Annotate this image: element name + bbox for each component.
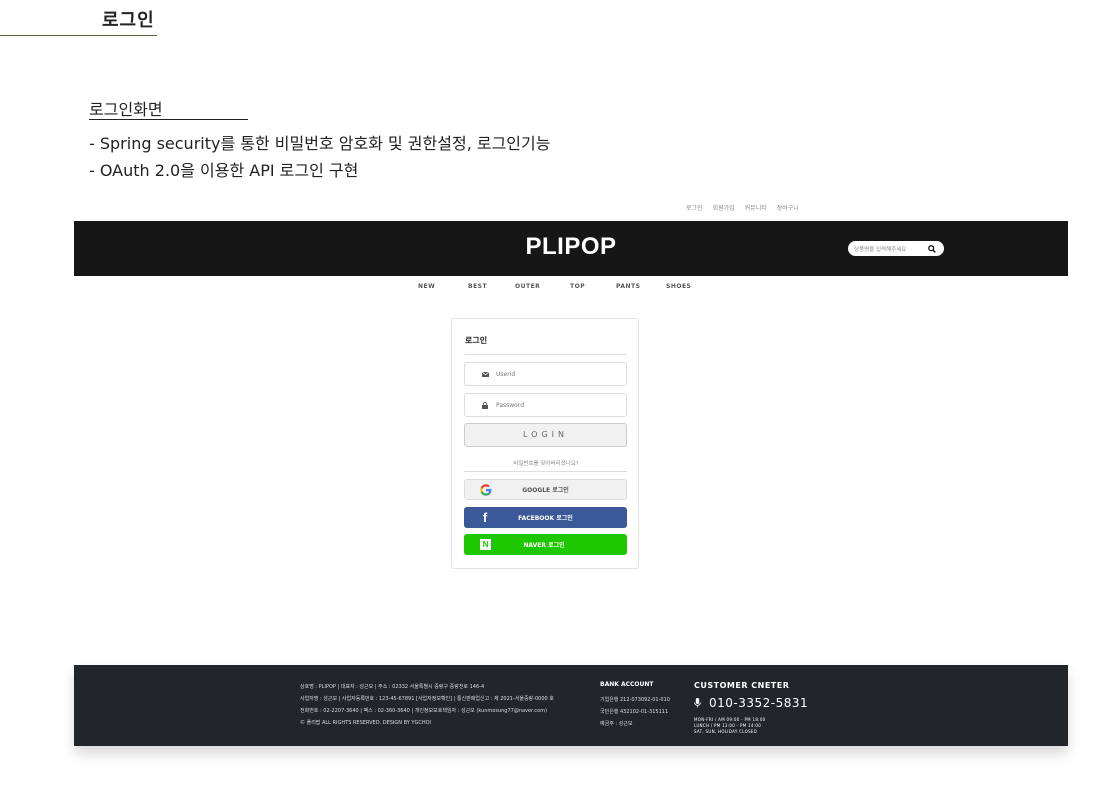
closed-days: SAT, SUN, HOLIDAY CLOSED [694,729,758,734]
divider [465,354,627,355]
description-line: - Spring security를 통한 비밀번호 암호화 및 권한설정, 로… [89,134,551,153]
lunch-hours: LUNCH / PM 13:00 - PM 14:00 [694,723,762,728]
util-link-signup[interactable]: 회원가입 [713,203,735,212]
password-input[interactable] [496,401,606,409]
section-underline [89,119,248,120]
util-link-community[interactable]: 커뮤니티 [745,203,767,212]
footer-contact-info: 전화번호 : 02-2207-3640 | 팩스 : 02-360-3640 |… [300,708,547,714]
footer-company-info: 상호명 : PLIPOP | 대표자 : 성근모 | 주소 : 02332 서울… [300,684,485,690]
divider [464,471,627,472]
customer-center-title: CUSTOMER CNETER [694,681,790,690]
util-link-cart[interactable]: 장바구니 [777,203,799,212]
utility-links: 로그인 회원가입 커뮤니티 장바구니 [686,203,799,212]
search-input[interactable]: 상품명을 입력해주세요 [848,241,944,256]
login-button[interactable]: LOGIN [464,423,627,447]
naver-login-button[interactable]: N NAVER 로그인 [464,534,627,555]
naver-login-label: NAVER 로그인 [523,542,565,549]
section-title: 로그인화면 [89,100,163,119]
bank-account-line: 기업은행 212-073092-01-010 [600,697,670,703]
microphone-icon [694,698,701,708]
nav-item-pants[interactable]: PANTS [616,283,640,290]
facebook-login-label: FACEBOOK 로그인 [518,515,573,522]
nav-item-best[interactable]: BEST [468,283,487,290]
login-card: 로그인 LOGIN 비밀번호를 잊어버리셨나요? GOOGLE 로그인 f FA… [451,318,639,569]
site-header: PLIPOP 상품명을 입력해주세요 [74,221,1068,276]
facebook-login-button[interactable]: f FACEBOOK 로그인 [464,507,627,528]
password-field[interactable] [464,393,627,417]
footer-business-info: 사업자명 : 성근모 | 사업자등록번호 : 123-45-67891 [사업자… [300,696,554,702]
nav-item-shoes[interactable]: SHOES [666,283,691,290]
bank-account-holder: 예금주 : 성근모 [600,721,633,727]
bank-account-title: BANK ACCOUNT [600,681,654,688]
util-link-login[interactable]: 로그인 [686,203,703,212]
login-heading: 로그인 [465,336,488,345]
site-footer: 상호명 : PLIPOP | 대표자 : 성근모 | 주소 : 02332 서울… [74,665,1068,746]
customer-center-phone: 010-3352-5831 [709,696,809,710]
google-login-label: GOOGLE 로그인 [522,487,569,494]
description-line: - OAuth 2.0을 이용한 API 로그인 구현 [89,161,359,180]
page-title: 로그인 [102,10,155,31]
search-placeholder: 상품명을 입력해주세요 [854,246,907,253]
bank-account-line: 국민은행 432102-01-315111 [600,709,669,715]
userid-field[interactable] [464,362,627,386]
customer-center-phone-row: 010-3352-5831 [694,696,808,710]
facebook-icon: f [482,510,488,525]
userid-input[interactable] [496,370,606,378]
forgot-password-link[interactable]: 비밀번호를 잊어버리셨나요? [452,459,640,467]
business-hours: MON-FRI / AM 09:00 - PM 18:00 [694,717,766,722]
footer-copyright: © 플리팝 ALL RIGHTS RESERVED. DESIGN BY YGC… [300,720,431,726]
nav-item-new[interactable]: NEW [418,283,435,290]
envelope-icon [478,371,492,377]
title-underline [0,35,157,36]
search-icon[interactable] [928,244,936,253]
lock-icon [478,401,492,409]
nav-item-top[interactable]: TOP [570,283,585,290]
google-icon [479,483,493,497]
google-login-button[interactable]: GOOGLE 로그인 [464,479,627,500]
nav-item-outer[interactable]: OUTER [515,283,540,290]
